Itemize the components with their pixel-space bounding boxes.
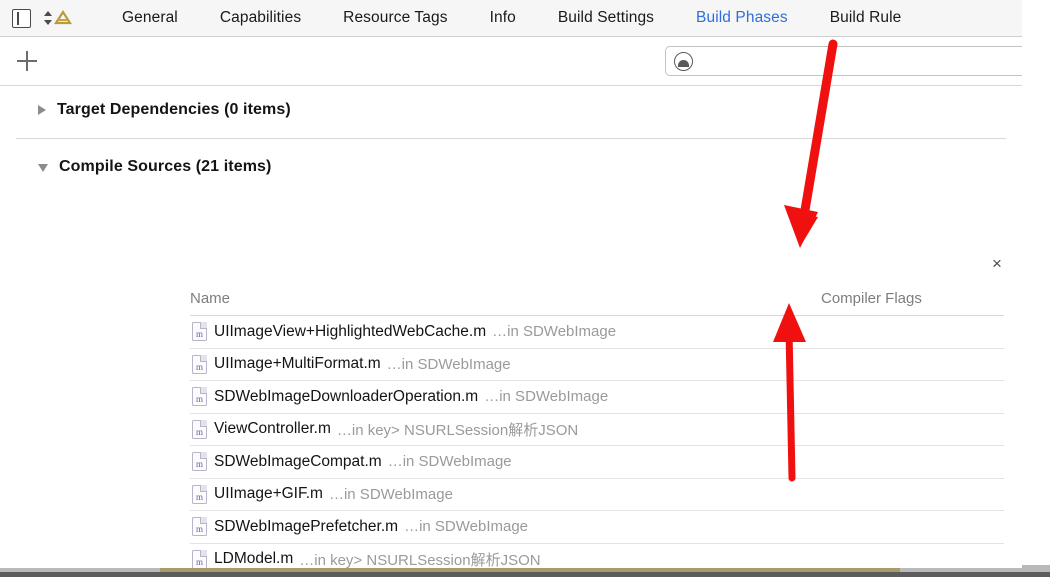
phase-title-compile-sources: Compile Sources (21 items)	[59, 157, 272, 175]
build-phases-content: Target Dependencies (0 items) Compile So…	[0, 90, 1022, 568]
table-row[interactable]: m SDWebImagePrefetcher.m …in SDWebImage	[190, 511, 1004, 544]
tab-list: General Capabilities Resource Tags Info …	[101, 9, 1022, 27]
row-file-location: …in SDWebImage	[386, 355, 511, 373]
row-file-location: …in key> NSURLSession解析JSON	[299, 551, 541, 568]
column-header-name: Name	[190, 290, 231, 307]
row-file-name: UIImage+GIF.m	[214, 485, 323, 503]
phase-compile-sources[interactable]: Compile Sources (21 items)	[0, 147, 1022, 186]
row-file-name: UIImage+MultiFormat.m	[214, 355, 381, 373]
table-row[interactable]: m UIImageView+HighlightedWebCache.m …in …	[190, 316, 1004, 349]
row-name-cell: m SDWebImageDownloaderOperation.m …in SD…	[192, 387, 822, 407]
row-name-cell: m UIImage+GIF.m …in SDWebImage	[192, 484, 822, 504]
background-dark-strip	[0, 572, 1050, 577]
row-file-location: …in SDWebImage	[387, 453, 512, 471]
row-file-location: …in SDWebImage	[328, 485, 453, 503]
objc-m-file-icon: m	[192, 354, 207, 374]
tab-build-settings[interactable]: Build Settings	[537, 9, 675, 27]
table-row[interactable]: m UIImage+MultiFormat.m …in SDWebImage	[190, 349, 1004, 381]
tab-bar-icon-group	[0, 8, 75, 28]
scheme-chevron-icon[interactable]	[41, 8, 75, 28]
add-build-phase-button[interactable]	[14, 48, 40, 74]
row-file-name: SDWebImageCompat.m	[214, 452, 382, 470]
row-file-name: SDWebImagePrefetcher.m	[214, 517, 399, 535]
row-file-location: …in key> NSURLSession解析JSON	[336, 421, 579, 439]
phase-target-dependencies[interactable]: Target Dependencies (0 items)	[0, 90, 1022, 129]
tab-build-rules[interactable]: Build Rule	[809, 9, 902, 27]
row-name-cell: m ViewController.m …in key> NSURLSession…	[192, 419, 822, 440]
table-row[interactable]: m LDModel.m …in key> NSURLSession解析JSON	[190, 544, 1004, 568]
tab-build-phases[interactable]: Build Phases	[675, 9, 809, 27]
close-icon[interactable]: ×	[986, 253, 1008, 275]
table-row[interactable]: m SDWebImageDownloaderOperation.m …in SD…	[190, 381, 1004, 414]
phase-title-target-dependencies: Target Dependencies (0 items)	[57, 100, 291, 118]
objc-m-file-icon: m	[192, 517, 207, 537]
table-header-row: Name Compiler Flags	[190, 290, 1004, 316]
triangle-right-icon[interactable]	[38, 104, 46, 115]
objc-m-file-icon: m	[192, 452, 207, 472]
phase-divider	[16, 138, 1006, 139]
row-file-name: SDWebImageDownloaderOperation.m	[214, 387, 479, 405]
row-name-cell: m UIImageView+HighlightedWebCache.m …in …	[192, 322, 822, 342]
row-file-location: …in SDWebImage	[492, 323, 617, 341]
search-input[interactable]	[700, 53, 1022, 69]
xcode-target-editor-window: General Capabilities Resource Tags Info …	[0, 0, 1022, 568]
table-row[interactable]: m ViewController.m …in key> NSURLSession…	[190, 414, 1004, 446]
row-name-cell: m SDWebImageCompat.m …in SDWebImage	[192, 452, 822, 472]
objc-m-file-icon: m	[192, 419, 207, 439]
table-row[interactable]: m SDWebImageCompat.m …in SDWebImage	[190, 446, 1004, 479]
column-header-compiler-flags: Compiler Flags	[821, 290, 922, 307]
background-window-right: 置 量	[1022, 0, 1050, 577]
objc-m-file-icon: m	[192, 387, 207, 407]
table-row[interactable]: m UIImage+GIF.m …in SDWebImage	[190, 479, 1004, 511]
editor-tab-bar: General Capabilities Resource Tags Info …	[0, 0, 1022, 37]
sidebar-toggle-icon[interactable]	[12, 8, 31, 28]
filter-search-field[interactable]	[665, 46, 1022, 76]
objc-m-file-icon: m	[192, 484, 207, 504]
row-file-location: …in SDWebImage	[484, 388, 609, 406]
tab-resource-tags[interactable]: Resource Tags	[322, 9, 468, 27]
tab-info[interactable]: Info	[469, 9, 537, 27]
triangle-down-icon[interactable]	[38, 164, 48, 172]
row-file-location: …in SDWebImage	[404, 518, 529, 536]
row-file-name: LDModel.m	[214, 550, 294, 568]
objc-m-file-icon: m	[192, 549, 207, 568]
tab-capabilities[interactable]: Capabilities	[199, 9, 322, 27]
compile-sources-table: Name Compiler Flags m UIImageView+Highli…	[190, 290, 1004, 568]
row-name-cell: m LDModel.m …in key> NSURLSession解析JSON	[192, 549, 822, 568]
search-icon	[674, 51, 693, 71]
objc-m-file-icon: m	[192, 322, 207, 342]
row-name-cell: m UIImage+MultiFormat.m …in SDWebImage	[192, 354, 822, 374]
build-phases-toolbar	[0, 37, 1022, 86]
row-file-name: UIImageView+HighlightedWebCache.m	[214, 322, 487, 340]
row-name-cell: m SDWebImagePrefetcher.m …in SDWebImage	[192, 517, 822, 537]
row-file-name: ViewController.m	[214, 420, 331, 438]
tab-general[interactable]: General	[101, 9, 199, 27]
